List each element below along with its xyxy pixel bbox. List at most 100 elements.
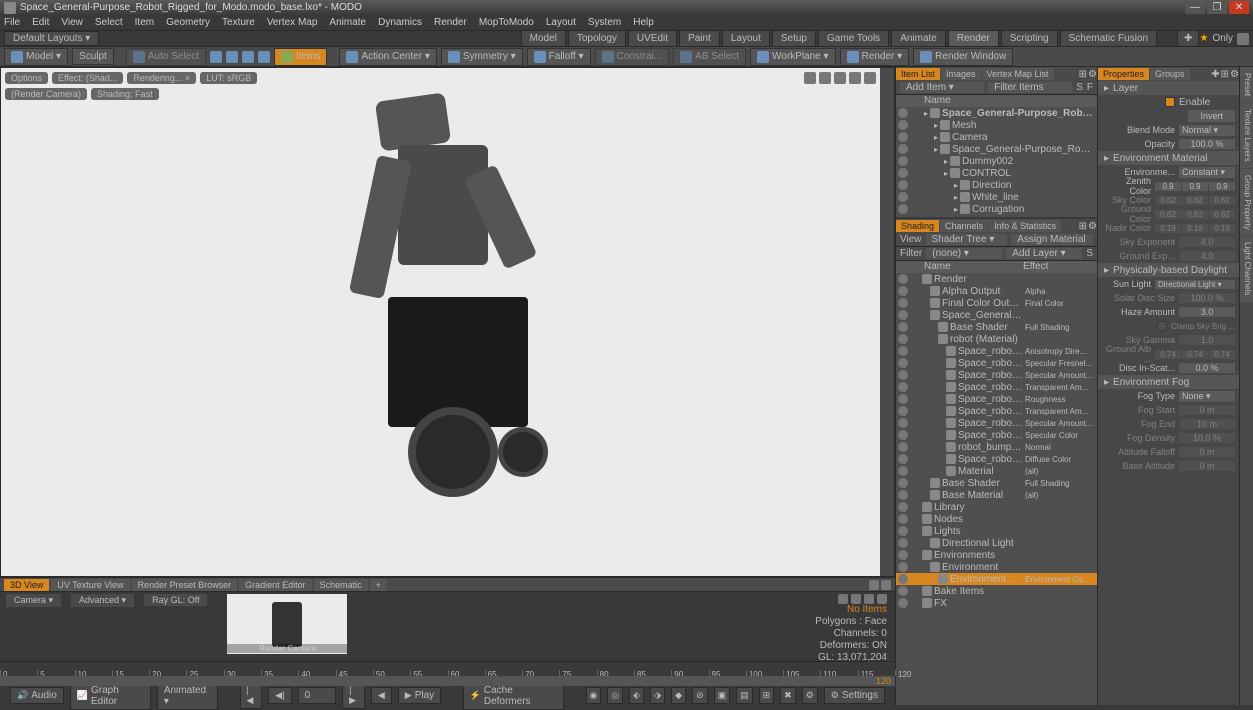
eye-icon[interactable] [898,274,908,284]
item-row[interactable]: ▸Camera [896,131,1097,143]
altitude-falloff-field[interactable]: 0 m [1179,447,1235,457]
shader-row[interactable]: Environments [896,549,1097,561]
items-button[interactable]: Items [274,48,327,66]
panel-gear-icon[interactable] [881,580,891,590]
shader-filter-dropdown[interactable]: (none) ▾ [926,248,1002,259]
ab-select-button[interactable]: AB Select [673,48,746,66]
lowertab-3dview[interactable]: 3D View [4,579,49,591]
key-icon-6[interactable]: ⊘ [692,687,708,704]
viewport[interactable]: Options Effect: (Shad... Rendering... × … [0,67,895,577]
panel-gear-icon[interactable]: ⚙ [1088,69,1097,80]
invert-button[interactable]: Invert [1188,110,1235,122]
model-dropdown[interactable]: Model ▾ [4,48,68,66]
falloff-dropdown[interactable]: Falloff ▾ [527,48,591,66]
key-icon-1[interactable]: ◉ [586,687,602,704]
eye-icon[interactable] [898,382,908,392]
viewport-sidebar[interactable] [880,68,894,576]
action-center-dropdown[interactable]: Action Center ▾ [339,48,436,66]
shader-row[interactable]: Space_General-Purpose... [896,309,1097,321]
menu-animate[interactable]: Animate [329,17,366,28]
eye-icon[interactable] [898,370,908,380]
lowertab-add[interactable]: + [370,579,387,591]
vp-move-icon[interactable] [804,72,816,84]
render-dropdown[interactable]: Render ▾ [840,48,910,66]
workplane-dropdown[interactable]: WorkPlane ▾ [750,48,836,66]
vp-rendering[interactable]: Rendering... × [127,72,196,84]
sky-color-field[interactable]: 0.620.620.62 [1155,196,1235,205]
shader-view-dropdown[interactable]: Shader Tree ▾ [926,234,1008,245]
disc-inscat-field[interactable]: 0.0 % [1179,363,1235,373]
add-item-dropdown[interactable]: Add Item ▾ [900,82,984,93]
tab-model[interactable]: Model [521,30,566,47]
menu-file[interactable]: File [4,17,20,28]
sel-icon-3[interactable] [242,51,254,63]
eye-icon[interactable] [898,286,908,296]
symmetry-dropdown[interactable]: Symmetry ▾ [441,48,523,66]
vp-options[interactable]: Options [5,72,48,84]
shader-row[interactable]: Space_robot_Opa ...Specular Amount... [896,369,1097,381]
shtab-info&statistics[interactable]: Info & Statistics [989,220,1061,232]
assign-material-button[interactable]: Assign Material [1011,234,1093,245]
tab-schematicfusion[interactable]: Schematic Fusion [1060,30,1157,47]
eye-icon[interactable] [898,442,908,452]
frame-field[interactable]: 0 [298,687,337,704]
eye-icon[interactable] [898,430,908,440]
eye-icon[interactable] [898,334,908,344]
vp-max-icon[interactable] [864,72,876,84]
panel-gear-icon[interactable]: ⚙ [1088,221,1097,232]
item-row[interactable]: ▸Space_General-Purpose_Robo... [896,107,1097,119]
vp-shading[interactable]: Shading: Fast [91,88,159,100]
panel-widget-icon[interactable]: ⊞ [1079,221,1087,232]
menu-layout[interactable]: Layout [546,17,576,28]
key-icon-11[interactable]: ⚙ [802,687,818,704]
blend-mode-dropdown[interactable]: Normal ▾ [1179,125,1235,136]
key-icon-7[interactable]: ▣ [714,687,731,704]
key-icon-8[interactable]: ▤ [736,687,753,704]
shader-row[interactable]: Render [896,273,1097,285]
shader-row[interactable]: Library [896,501,1097,513]
item-row[interactable]: ▸White_line [896,191,1097,203]
proptab-groups[interactable]: Groups [1150,68,1190,80]
menu-render[interactable]: Render [434,17,467,28]
tab-render[interactable]: Render [948,30,999,47]
fog-start-field[interactable]: 0 m [1179,405,1235,415]
eye-icon[interactable] [898,358,908,368]
key-icon-10[interactable]: ✖ [780,687,796,704]
lp-move-icon[interactable] [838,594,848,604]
shader-row[interactable]: robot (Material) [896,333,1097,345]
ground-color-field[interactable]: 0.620.620.62 [1155,210,1235,219]
shader-row[interactable]: Base ShaderFull Shading [896,477,1097,489]
item-row[interactable]: ▸Space_General-Purpose_Robot_ ... [896,143,1097,155]
side-tab-1[interactable]: Preset [1240,67,1253,102]
lowertab-schematic[interactable]: Schematic [314,579,368,591]
eye-icon[interactable] [898,574,908,584]
sel-icon-1[interactable] [210,51,222,63]
menu-vertexmap[interactable]: Vertex Map [267,17,318,28]
menu-help[interactable]: Help [633,17,654,28]
vp-persp-icon[interactable] [849,72,861,84]
shader-row[interactable]: Lights [896,525,1097,537]
shader-row[interactable]: Environment MaterialEnvironment Co... [896,573,1097,585]
shader-row[interactable]: Base ShaderFull Shading [896,321,1097,333]
key-icon-9[interactable]: ⊞ [759,687,775,704]
panel-widget-icon[interactable]: ⊞ [1221,69,1229,80]
shader-row[interactable]: Alpha OutputAlpha [896,285,1097,297]
eye-icon[interactable] [898,490,908,500]
vp-lut[interactable]: LUT: sRGB [200,72,257,84]
side-tab-4[interactable]: Light Channels [1240,236,1253,301]
eye-icon[interactable] [898,418,908,428]
advanced-dropdown[interactable]: Advanced ▾ [71,594,134,607]
item-row[interactable]: ▸Direction [896,179,1097,191]
eye-icon[interactable] [898,156,908,166]
side-tab-3[interactable]: Group Property [1240,169,1253,236]
menu-texture[interactable]: Texture [222,17,255,28]
shader-row[interactable]: Space_robot_Glos ...Roughness [896,393,1097,405]
eye-icon[interactable] [898,466,908,476]
menu-select[interactable]: Select [95,17,123,28]
panel-widget-icon[interactable] [869,580,879,590]
eye-icon[interactable] [898,310,908,320]
clamp-sky-checkbox[interactable] [1157,321,1167,331]
key-icon-2[interactable]: ◎ [607,687,623,704]
camera-preview[interactable]: Render Camera [227,594,347,654]
fog-type-dropdown[interactable]: None ▾ [1179,391,1235,402]
